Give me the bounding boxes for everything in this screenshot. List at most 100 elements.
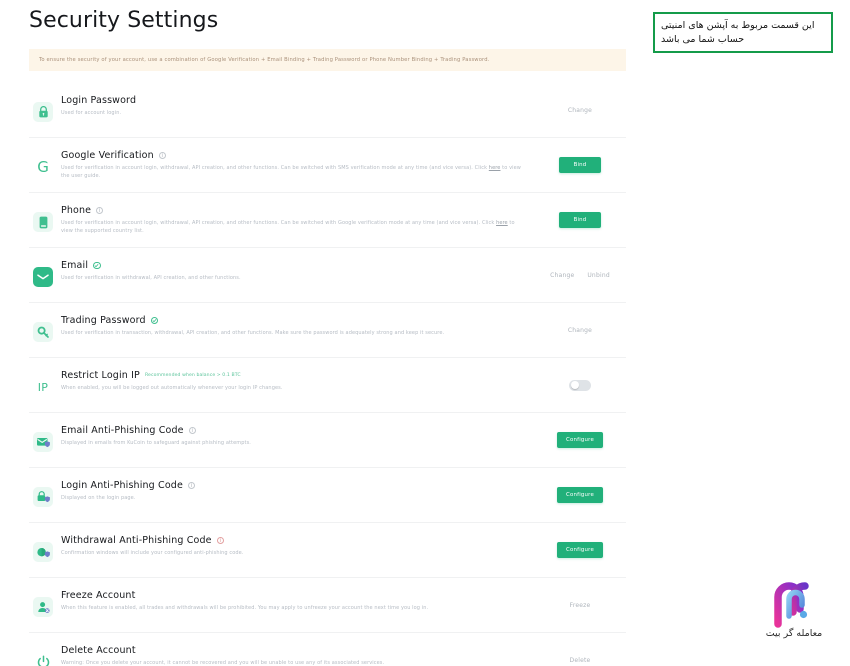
row-description: Warning: Once you delete your account, i… <box>61 660 385 666</box>
row-title: Phone <box>61 205 92 216</box>
verified-check-icon <box>150 316 159 325</box>
row-description: Used for verification in transaction, wi… <box>61 330 445 336</box>
row-description: Used for verification in account login, … <box>61 220 526 236</box>
row-body: Trading Password Used for verification i… <box>57 314 534 338</box>
row-actions: Bind <box>534 212 626 228</box>
row-body: Phone i Used for verification in account… <box>57 204 534 236</box>
row-header: Login Anti-Phishing Code i <box>61 480 526 491</box>
annotation-line-2: حساب شما می باشد <box>661 33 745 45</box>
row-title: Withdrawal Anti-Phishing Code <box>61 535 212 546</box>
row-email[interactable]: Email Used for verification in withdrawa… <box>29 248 626 303</box>
info-icon[interactable]: i <box>96 207 104 214</box>
row-actions: Change Unbind <box>534 272 626 279</box>
row-body: Email Anti-Phishing Code i Displayed in … <box>57 424 534 448</box>
row-google-verification[interactable]: G Google Verification i Used for verific… <box>29 138 626 193</box>
page-title: Security Settings <box>29 8 219 33</box>
row-title: Email Anti-Phishing Code <box>61 425 184 436</box>
row-header: Restrict Login IP Recommended when balan… <box>61 370 526 381</box>
configure-login-anti-phishing-button[interactable]: Configure <box>557 487 603 503</box>
brand-logo-icon <box>758 580 826 628</box>
row-restrict-login-ip[interactable]: IP Restrict Login IP Recommended when ba… <box>29 358 626 413</box>
row-body: Restrict Login IP Recommended when balan… <box>57 369 534 393</box>
row-actions: Change <box>534 107 626 114</box>
row-header: Email Anti-Phishing Code i <box>61 425 526 436</box>
user-guide-link[interactable]: here <box>489 165 501 171</box>
row-header: Email <box>61 260 526 271</box>
row-withdrawal-anti-phishing-code[interactable]: Withdrawal Anti-Phishing Code i Confirma… <box>29 523 626 578</box>
row-description: Displayed in emails from KuCoin to safeg… <box>61 440 251 446</box>
phone-icon <box>29 208 57 236</box>
row-actions: Freeze <box>534 602 626 609</box>
change-trading-password-link[interactable]: Change <box>568 327 592 334</box>
row-actions: Configure <box>534 432 626 448</box>
restrict-login-ip-toggle[interactable] <box>569 379 591 391</box>
info-icon[interactable]: i <box>188 427 196 434</box>
row-actions: Configure <box>534 487 626 503</box>
delete-account-link[interactable]: Delete <box>570 657 591 664</box>
security-options-list: Login Password Used for account login. C… <box>29 83 626 666</box>
row-title: Trading Password <box>61 315 146 326</box>
row-freeze-account[interactable]: Freeze Account When this feature is enab… <box>29 578 626 633</box>
configure-email-anti-phishing-button[interactable]: Configure <box>557 432 603 448</box>
row-description: When enabled, you will be logged out aut… <box>61 385 283 391</box>
row-title: Login Anti-Phishing Code <box>61 480 183 491</box>
envelope-icon <box>29 263 57 291</box>
row-login-password[interactable]: Login Password Used for account login. C… <box>29 83 626 138</box>
annotation-callout: این قسمت مربوط به آپشن های امنیتی حساب ش… <box>653 12 833 53</box>
configure-withdrawal-anti-phishing-button[interactable]: Configure <box>557 542 603 558</box>
info-icon[interactable]: i <box>187 482 195 489</box>
brand-name: معامله گر بیت <box>765 628 823 639</box>
row-title: Restrict Login IP <box>61 370 140 381</box>
bind-phone-button[interactable]: Bind <box>559 212 601 228</box>
security-settings-app: Security Settings To ensure the security… <box>0 0 660 666</box>
row-title: Google Verification <box>61 150 154 161</box>
row-email-anti-phishing-code[interactable]: Email Anti-Phishing Code i Displayed in … <box>29 413 626 468</box>
row-header: Delete Account <box>61 645 526 656</box>
row-header: Freeze Account <box>61 590 526 601</box>
recommendation-badge: Recommended when balance > 0.1 BTC <box>144 373 241 378</box>
row-trading-password[interactable]: Trading Password Used for verification i… <box>29 303 626 358</box>
row-body: Withdrawal Anti-Phishing Code i Confirma… <box>57 534 534 558</box>
row-body: Login Password Used for account login. <box>57 94 534 118</box>
row-title: Login Password <box>61 95 137 106</box>
change-email-link[interactable]: Change <box>550 272 574 279</box>
user-freeze-icon <box>29 593 57 621</box>
google-g-icon: G <box>37 158 49 176</box>
row-delete-account[interactable]: Delete Account Warning: Once you delete … <box>29 633 626 666</box>
row-title: Email <box>61 260 89 271</box>
row-actions: Bind <box>534 157 626 173</box>
row-description: Displayed on the login page. <box>61 495 136 501</box>
bind-google-button[interactable]: Bind <box>559 157 601 173</box>
row-description: Confirmation windows will include your c… <box>61 550 244 556</box>
row-description: When this feature is enabled, all trades… <box>61 605 429 611</box>
row-header: Login Password <box>61 95 526 106</box>
verified-check-icon <box>93 261 101 270</box>
info-icon[interactable]: i <box>216 537 224 544</box>
row-body: Freeze Account When this feature is enab… <box>57 589 534 613</box>
row-actions <box>534 379 626 391</box>
country-list-link[interactable]: here <box>496 220 508 226</box>
row-description-pre: Used for verification in account login, … <box>61 165 489 171</box>
row-login-anti-phishing-code[interactable]: Login Anti-Phishing Code i Displayed on … <box>29 468 626 523</box>
row-header: Google Verification i <box>61 150 526 161</box>
row-title: Delete Account <box>61 645 136 656</box>
power-icon <box>29 648 57 666</box>
row-phone[interactable]: Phone i Used for verification in account… <box>29 193 626 248</box>
unbind-email-link[interactable]: Unbind <box>587 272 609 279</box>
lock-shield-icon <box>29 483 57 511</box>
key-icon <box>29 318 57 346</box>
lock-icon <box>29 98 57 126</box>
row-description: Used for account login. <box>61 110 122 116</box>
row-header: Withdrawal Anti-Phishing Code i <box>61 535 526 546</box>
ip-icon: IP <box>37 380 49 394</box>
row-body: Google Verification i Used for verificat… <box>57 149 534 181</box>
envelope-shield-icon <box>29 428 57 456</box>
change-login-password-link[interactable]: Change <box>568 107 592 114</box>
row-body: Login Anti-Phishing Code i Displayed on … <box>57 479 534 503</box>
annotation-line-1: این قسمت مربوط به آپشن های امنیتی <box>661 19 815 31</box>
row-description: Used for verification in withdrawal, API… <box>61 275 241 281</box>
security-notice-text: To ensure the security of your account, … <box>39 56 490 63</box>
info-icon[interactable]: i <box>158 152 166 159</box>
row-actions: Change <box>534 327 626 334</box>
freeze-account-link[interactable]: Freeze <box>570 602 591 609</box>
